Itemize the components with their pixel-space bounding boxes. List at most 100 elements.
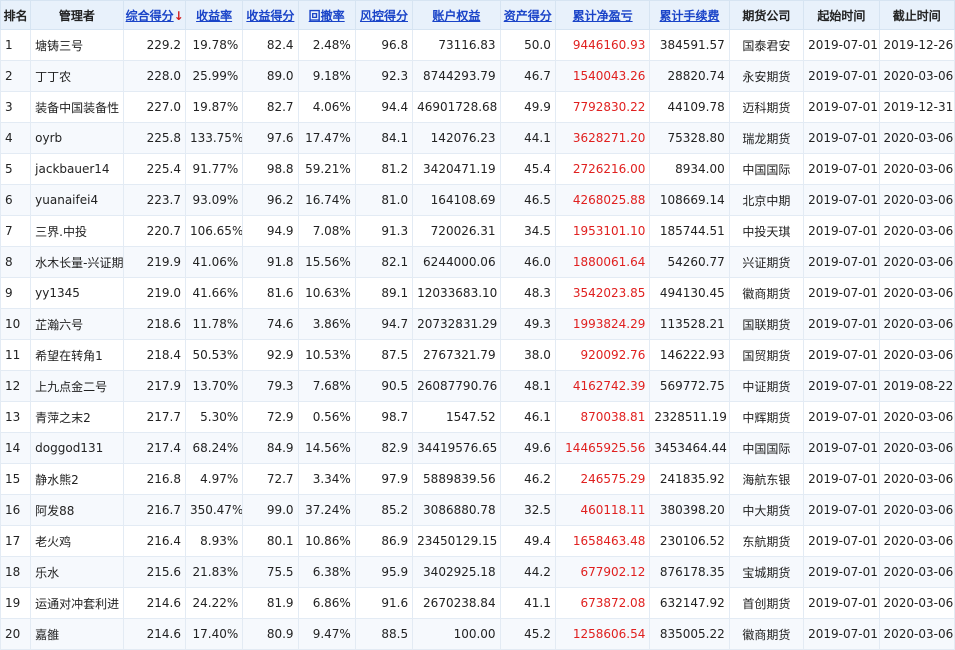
- header-net-pnl[interactable]: 累计净盈亏: [554, 0, 651, 30]
- cell-manager: 阿发88: [30, 494, 124, 526]
- table-row: 7 三界.中投 220.7 106.65% 94.9 7.08% 91.3 720026.31…: [0, 215, 955, 247]
- cell-manager: 青萍之末2: [30, 401, 124, 433]
- cell-net-pnl: 14465925.56: [554, 432, 651, 464]
- cell-risk-score: 94.4: [354, 91, 414, 123]
- cell-fees: 185744.51: [649, 215, 730, 247]
- cell-end-date: 2020-03-06: [878, 494, 955, 526]
- cell-total-score: 225.4: [122, 153, 186, 185]
- cell-net-pnl: 460118.11: [554, 494, 651, 526]
- cell-end-date: 2020-03-06: [878, 60, 955, 92]
- cell-manager: 丁丁农: [30, 60, 124, 92]
- cell-return-rate: 19.87%: [184, 91, 244, 123]
- cell-drawdown: 9.18%: [297, 60, 356, 92]
- cell-start-date: 2019-07-01: [803, 246, 880, 278]
- cell-return-score: 82.7: [242, 91, 299, 123]
- cell-net-pnl: 920092.76: [554, 339, 651, 371]
- cell-fees: 75328.80: [649, 122, 730, 154]
- cell-net-pnl: 2726216.00: [554, 153, 651, 185]
- cell-end-date: 2020-03-06: [878, 587, 955, 619]
- cell-end-date: 2019-12-31: [878, 91, 955, 123]
- header-risk-score[interactable]: 风控得分: [354, 0, 414, 30]
- cell-drawdown: 4.06%: [297, 91, 356, 123]
- cell-return-score: 97.6: [242, 122, 299, 154]
- table-row: 18 乐水 215.6 21.83% 75.5 6.38% 95.9 3402925.18 44…: [0, 556, 955, 588]
- cell-start-date: 2019-07-01: [803, 587, 880, 619]
- cell-drawdown: 3.34%: [297, 463, 356, 495]
- cell-manager: 上九点金二号: [30, 370, 124, 402]
- cell-return-rate: 24.22%: [184, 587, 244, 619]
- cell-return-rate: 91.77%: [184, 153, 244, 185]
- cell-risk-score: 81.0: [354, 184, 414, 216]
- cell-risk-score: 91.6: [354, 587, 414, 619]
- cell-net-pnl: 1540043.26: [554, 60, 651, 92]
- cell-equity: 2670238.84: [412, 587, 501, 619]
- header-fees[interactable]: 累计手续费: [649, 0, 730, 30]
- cell-drawdown: 6.38%: [297, 556, 356, 588]
- cell-start-date: 2019-07-01: [803, 432, 880, 464]
- cell-return-score: 91.8: [242, 246, 299, 278]
- cell-return-score: 79.3: [242, 370, 299, 402]
- cell-rank: 18: [0, 556, 32, 588]
- cell-fees: 113528.21: [649, 308, 730, 340]
- header-broker: 期货公司: [728, 0, 805, 30]
- cell-rank: 15: [0, 463, 32, 495]
- table-row: 6 yuanaifei4 223.7 93.09% 96.2 16.74% 81.0 1641…: [0, 184, 955, 216]
- cell-return-rate: 350.47%: [184, 494, 244, 526]
- cell-manager: 装备中国装备性: [30, 91, 124, 123]
- header-return-rate[interactable]: 收益率: [184, 0, 244, 30]
- cell-return-score: 92.9: [242, 339, 299, 371]
- cell-broker: 国泰君安: [728, 29, 805, 61]
- cell-asset-score: 38.0: [499, 339, 556, 371]
- header-row: 排名 管理者 综合得分↓ 收益率 收益得分 回撤率 风控得分 账户权益 资产得分…: [0, 0, 955, 30]
- header-drawdown[interactable]: 回撤率: [297, 0, 356, 30]
- cell-equity: 8744293.79: [412, 60, 501, 92]
- cell-net-pnl: 4162742.39: [554, 370, 651, 402]
- cell-end-date: 2020-03-06: [878, 277, 955, 309]
- cell-rank: 1: [0, 29, 32, 61]
- cell-manager: 乐水: [30, 556, 124, 588]
- cell-start-date: 2019-07-01: [803, 184, 880, 216]
- cell-total-score: 219.9: [122, 246, 186, 278]
- cell-start-date: 2019-07-01: [803, 494, 880, 526]
- cell-asset-score: 49.3: [499, 308, 556, 340]
- cell-equity: 164108.69: [412, 184, 501, 216]
- table-row: 11 希望在转角1 218.4 50.53% 92.9 10.53% 87.5 2767321…: [0, 339, 955, 371]
- cell-start-date: 2019-07-01: [803, 91, 880, 123]
- cell-asset-score: 46.5: [499, 184, 556, 216]
- cell-equity: 3086880.78: [412, 494, 501, 526]
- header-equity[interactable]: 账户权益: [412, 0, 501, 30]
- cell-total-score: 217.9: [122, 370, 186, 402]
- cell-start-date: 2019-07-01: [803, 556, 880, 588]
- cell-drawdown: 10.63%: [297, 277, 356, 309]
- cell-equity: 1547.52: [412, 401, 501, 433]
- cell-risk-score: 96.8: [354, 29, 414, 61]
- cell-return-score: 74.6: [242, 308, 299, 340]
- cell-end-date: 2020-03-06: [878, 401, 955, 433]
- header-rank: 排名: [0, 0, 32, 30]
- cell-return-rate: 93.09%: [184, 184, 244, 216]
- cell-fees: 3453464.44: [649, 432, 730, 464]
- cell-return-score: 98.8: [242, 153, 299, 185]
- cell-rank: 3: [0, 91, 32, 123]
- cell-start-date: 2019-07-01: [803, 122, 880, 154]
- cell-asset-score: 48.1: [499, 370, 556, 402]
- header-return-score[interactable]: 收益得分: [242, 0, 299, 30]
- header-total-score-label: 综合得分: [125, 8, 174, 23]
- cell-fees: 230106.52: [649, 525, 730, 557]
- cell-return-rate: 41.06%: [184, 246, 244, 278]
- header-total-score[interactable]: 综合得分↓: [122, 0, 186, 30]
- cell-return-score: 75.5: [242, 556, 299, 588]
- cell-broker: 中证期货: [728, 370, 805, 402]
- cell-total-score: 228.0: [122, 60, 186, 92]
- cell-drawdown: 15.56%: [297, 246, 356, 278]
- cell-equity: 3402925.18: [412, 556, 501, 588]
- cell-start-date: 2019-07-01: [803, 308, 880, 340]
- header-asset-score[interactable]: 资产得分: [499, 0, 556, 30]
- cell-net-pnl: 677902.12: [554, 556, 651, 588]
- cell-return-score: 96.2: [242, 184, 299, 216]
- cell-asset-score: 45.4: [499, 153, 556, 185]
- cell-equity: 142076.23: [412, 122, 501, 154]
- table-row: 8 水木长量-兴证期 219.9 41.06% 91.8 15.56% 82.1 624400…: [0, 246, 955, 278]
- table-row: 2 丁丁农 228.0 25.99% 89.0 9.18% 92.3 8744293.79 46…: [0, 60, 955, 92]
- cell-rank: 9: [0, 277, 32, 309]
